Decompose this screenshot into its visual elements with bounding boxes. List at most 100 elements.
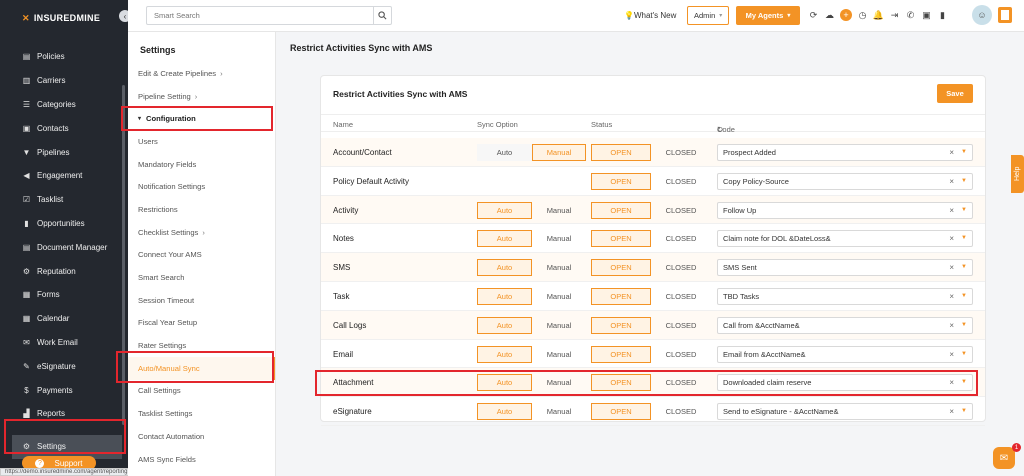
subnav-item-session-timeout[interactable]: Session Timeout (128, 289, 275, 312)
subnav-item-call-settings[interactable]: Call Settings (128, 380, 275, 403)
add-icon[interactable]: + (840, 9, 852, 21)
auto-toggle[interactable]: Auto (477, 230, 532, 248)
app-logo[interactable]: ✕ INSUREDMINE (0, 0, 128, 36)
clear-icon[interactable]: × (949, 292, 954, 301)
clear-icon[interactable]: × (949, 407, 954, 416)
open-toggle[interactable]: OPEN (591, 316, 651, 334)
code-select[interactable]: SMS Sent × ▼ (717, 259, 973, 277)
manual-toggle[interactable]: Manual (532, 259, 586, 276)
sidebar-item-engagement[interactable]: ◀ Engagement (0, 164, 124, 188)
cloud-upload-icon[interactable]: ☁ (824, 9, 835, 21)
auto-toggle[interactable]: Auto (477, 345, 532, 363)
help-tab[interactable]: Help (1011, 155, 1024, 193)
closed-toggle[interactable]: CLOSED (651, 173, 711, 190)
open-toggle[interactable]: OPEN (591, 172, 651, 190)
code-select[interactable]: Email from &AcctName& × ▼ (717, 345, 973, 363)
open-toggle[interactable]: OPEN (591, 201, 651, 219)
manual-toggle[interactable]: Manual (532, 288, 586, 305)
manual-toggle[interactable]: Manual (532, 144, 586, 161)
chevron-down-icon[interactable]: ▼ (961, 149, 967, 155)
code-select[interactable]: Claim note for DOL &DateLoss& × ▼ (717, 230, 973, 248)
subnav-item-users[interactable]: Users (128, 130, 275, 153)
auto-toggle[interactable]: Auto (477, 201, 532, 219)
chevron-down-icon[interactable]: ▼ (961, 408, 967, 414)
clear-icon[interactable]: × (949, 263, 954, 272)
code-select[interactable]: Call from &AcctName& × ▼ (717, 316, 973, 334)
sidebar-item-payments[interactable]: $ Payments (0, 378, 124, 402)
avatar[interactable]: ☺ (972, 5, 992, 25)
auto-toggle[interactable]: Auto (477, 144, 532, 161)
clear-icon[interactable]: × (949, 321, 954, 330)
code-select[interactable]: Copy Policy-Source × ▼ (717, 172, 973, 190)
sidebar-item-contacts[interactable]: ▣ Contacts (0, 116, 124, 140)
role-select[interactable]: Admin ▾ (687, 6, 729, 25)
chevron-down-icon[interactable]: ▼ (961, 351, 967, 357)
code-select[interactable]: TBD Tasks × ▼ (717, 287, 973, 305)
auto-toggle[interactable]: Auto (477, 259, 532, 277)
closed-toggle[interactable]: CLOSED (651, 202, 711, 219)
subnav-item-tasklist-settings[interactable]: Tasklist Settings (128, 402, 275, 425)
clear-icon[interactable]: × (949, 177, 954, 186)
open-toggle[interactable]: OPEN (591, 259, 651, 277)
subnav-item-restrictions[interactable]: Restrictions (128, 198, 275, 221)
chevron-down-icon[interactable]: ▼ (961, 264, 967, 270)
clock-icon[interactable]: ◷ (857, 9, 868, 21)
subnav-item-mandatory-fields[interactable]: Mandatory Fields (128, 153, 275, 176)
auto-toggle[interactable]: Auto (477, 287, 532, 305)
closed-toggle[interactable]: CLOSED (651, 144, 711, 161)
refresh-icon[interactable]: ↻ (717, 125, 723, 134)
sidebar-item-esignature[interactable]: ✎ eSignature (0, 354, 124, 378)
closed-toggle[interactable]: CLOSED (651, 346, 711, 363)
sidebar-item-opportunities[interactable]: ▮ Opportunities (0, 212, 124, 236)
search-input[interactable] (147, 7, 373, 24)
sidebar-item-policies[interactable]: ▤ Policies (0, 45, 124, 69)
subnav-item-fiscal-year-setup[interactable]: Fiscal Year Setup (128, 312, 275, 335)
my-agents-button[interactable]: My Agents ▾ (736, 6, 800, 25)
subnav-item-contact-automation[interactable]: Contact Automation (128, 425, 275, 448)
open-toggle[interactable]: OPEN (591, 345, 651, 363)
manual-toggle[interactable]: Manual (532, 346, 586, 363)
subnav-item-connect-your-ams[interactable]: Connect Your AMS (128, 244, 275, 267)
clear-icon[interactable]: × (949, 350, 954, 359)
sidebar-item-document-manager[interactable]: ▤ Document Manager (0, 235, 124, 259)
closed-toggle[interactable]: CLOSED (651, 403, 711, 420)
code-select[interactable]: Send to eSignature - &AcctName& × ▼ (717, 403, 973, 421)
manual-toggle[interactable]: Manual (532, 202, 586, 219)
subnav-item-edit-create-pipelines[interactable]: Edit & Create Pipelines › (128, 62, 275, 85)
subnav-item-checklist-settings[interactable]: Checklist Settings › (128, 221, 275, 244)
sidebar-item-carriers[interactable]: ▥ Carriers (0, 69, 124, 93)
open-toggle[interactable]: OPEN (591, 287, 651, 305)
code-select[interactable]: Prospect Added × ▼ (717, 144, 973, 161)
chevron-down-icon[interactable]: ▼ (961, 293, 967, 299)
chevron-down-icon[interactable]: ▼ (961, 322, 967, 328)
phone-icon[interactable]: ✆ (905, 9, 916, 21)
manual-toggle[interactable]: Manual (532, 317, 586, 334)
closed-toggle[interactable]: CLOSED (651, 288, 711, 305)
subnav-item-smart-search[interactable]: Smart Search (128, 266, 275, 289)
app-switcher-icon[interactable] (998, 7, 1012, 23)
open-toggle[interactable]: OPEN (591, 144, 651, 161)
chevron-down-icon[interactable]: ▼ (961, 235, 967, 241)
manual-toggle[interactable]: Manual (532, 230, 586, 247)
bell-icon[interactable]: 🔔 (873, 9, 884, 21)
sidebar-item-calendar[interactable]: ▦ Calendar (0, 307, 124, 331)
search-button[interactable] (373, 7, 391, 24)
closed-toggle[interactable]: CLOSED (651, 317, 711, 334)
device-icon[interactable]: ▮ (937, 9, 948, 21)
chat-icon[interactable]: ✉ (993, 447, 1015, 469)
save-button[interactable]: Save (937, 84, 973, 103)
open-toggle[interactable]: OPEN (591, 403, 651, 421)
chevron-down-icon[interactable]: ▼ (961, 207, 967, 213)
subnav-item-ams-sync-fields[interactable]: AMS Sync Fields (128, 448, 275, 471)
sidebar-item-forms[interactable]: ▦ Forms (0, 283, 124, 307)
sync-icon[interactable]: ⟳ (808, 9, 819, 21)
subnav-item-notification-settings[interactable]: Notification Settings (128, 175, 275, 198)
clear-icon[interactable]: × (949, 234, 954, 243)
open-toggle[interactable]: OPEN (591, 230, 651, 248)
subnav-item-pipeline-setting[interactable]: Pipeline Setting › (128, 85, 275, 108)
logout-icon[interactable]: ⇥ (889, 9, 900, 21)
clear-icon[interactable]: × (949, 206, 954, 215)
sidebar-item-tasklist[interactable]: ☑ Tasklist (0, 188, 124, 212)
chip-icon[interactable]: ▣ (921, 9, 932, 21)
whats-new-link[interactable]: 💡What's New (624, 11, 676, 20)
